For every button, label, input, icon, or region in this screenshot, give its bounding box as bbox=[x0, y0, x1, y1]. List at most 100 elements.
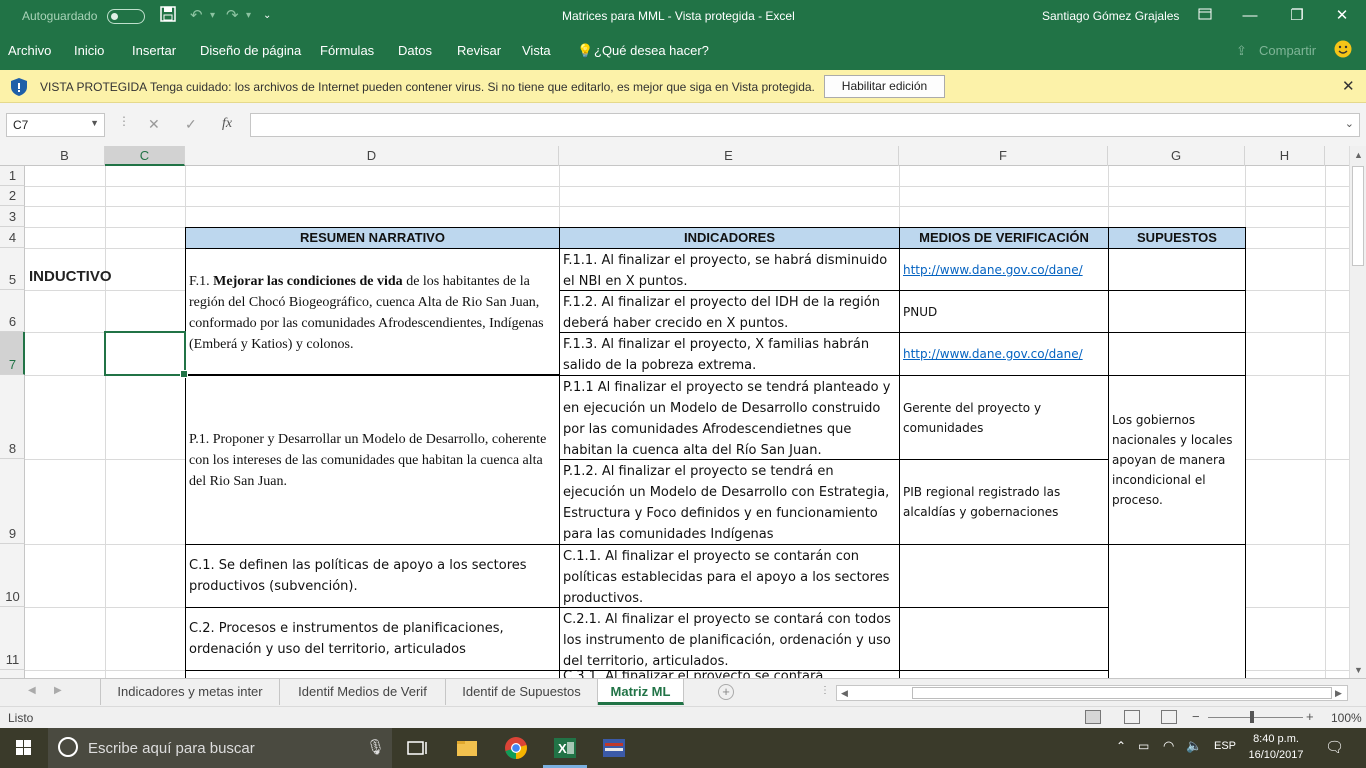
cell-f7[interactable]: http://www.dane.gov.co/dane/ bbox=[899, 332, 1109, 376]
column-header-e[interactable]: E bbox=[559, 146, 899, 166]
cell-e9[interactable]: P.1.2. Al finalizar el proyecto se tendr… bbox=[559, 459, 900, 545]
app-taskbar-icon[interactable] bbox=[600, 734, 628, 762]
cell-fin-resumen[interactable]: F.1. Mejorar las condiciones de vida de … bbox=[185, 248, 560, 375]
start-button[interactable] bbox=[0, 728, 48, 768]
cell-e8[interactable]: P.1.1 Al finalizar el proyecto se tendrá… bbox=[559, 375, 900, 460]
close-window-icon[interactable]: ✕ bbox=[1324, 4, 1360, 28]
tab-indicadores-metas[interactable]: Indicadores y metas inter bbox=[100, 679, 280, 705]
zoom-level[interactable]: 100% bbox=[1331, 711, 1362, 725]
tab-scroll-left-icon[interactable]: ◀ bbox=[28, 685, 36, 696]
redo-dropdown-icon[interactable]: ▾ bbox=[246, 10, 251, 21]
cell-f12[interactable] bbox=[899, 670, 1109, 678]
cell-b5[interactable]: INDUCTIVO bbox=[26, 249, 184, 290]
cell-f9[interactable]: PIB regional registrado las alcaldías y … bbox=[899, 459, 1109, 545]
ribbon-display-icon[interactable] bbox=[1187, 4, 1223, 28]
worksheet-grid[interactable]: RESUMEN NARRATIVO INDICADORES MEDIOS DE … bbox=[25, 166, 1349, 678]
menu-insertar[interactable]: Insertar bbox=[132, 43, 176, 58]
cell-f5[interactable]: http://www.dane.gov.co/dane/ bbox=[899, 248, 1109, 291]
menu-vista[interactable]: Vista bbox=[522, 43, 551, 58]
scroll-up-icon[interactable]: ▲ bbox=[1354, 150, 1363, 160]
expand-formula-icon[interactable]: ⌄ bbox=[1345, 117, 1354, 130]
header-supuestos[interactable]: SUPUESTOS bbox=[1108, 227, 1246, 249]
user-name[interactable]: Santiago Gómez Grajales bbox=[1042, 9, 1179, 23]
redo-icon[interactable]: ↷ bbox=[226, 6, 239, 24]
row-header-9[interactable]: 9 bbox=[0, 459, 25, 544]
enable-editing-button[interactable]: Habilitar edición bbox=[824, 75, 945, 98]
menu-archivo[interactable]: Archivo bbox=[8, 43, 51, 58]
cell-g7[interactable] bbox=[1108, 332, 1246, 376]
name-box[interactable]: C7 ▼ bbox=[6, 113, 105, 137]
action-center-icon[interactable]: 🗨 bbox=[1325, 738, 1344, 756]
microphone-icon[interactable]: 🎙 bbox=[366, 738, 385, 756]
column-header-h[interactable]: H bbox=[1245, 146, 1325, 166]
menu-diseno-pagina[interactable]: Diseño de página bbox=[200, 43, 301, 58]
undo-icon[interactable]: ↶ bbox=[190, 6, 203, 24]
share-button[interactable]: Compartir bbox=[1259, 43, 1316, 58]
cell-e12[interactable]: C.3.1. Al finalizar el proyecto se conta… bbox=[559, 670, 900, 678]
formula-input[interactable]: ⌄ bbox=[250, 113, 1360, 137]
cell-g5[interactable] bbox=[1108, 248, 1246, 291]
scroll-left-icon[interactable]: ◀ bbox=[841, 688, 848, 699]
customize-qat-icon[interactable]: ⌄ bbox=[263, 10, 271, 21]
cell-g8-supuesto[interactable]: Los gobiernos nacionales y locales apoya… bbox=[1108, 375, 1246, 545]
cell-e6[interactable]: F.1.2. Al finalizar el proyecto del IDH … bbox=[559, 290, 900, 333]
selected-cell-c7[interactable] bbox=[104, 331, 188, 378]
undo-dropdown-icon[interactable]: ▾ bbox=[210, 10, 215, 21]
menu-inicio[interactable]: Inicio bbox=[74, 43, 104, 58]
header-medios-verificacion[interactable]: MEDIOS DE VERIFICACIÓN bbox=[899, 227, 1109, 249]
row-header-10[interactable]: 10 bbox=[0, 544, 25, 607]
tab-identif-medios[interactable]: Identif Medios de Verif bbox=[280, 679, 446, 705]
row-header-1[interactable]: 1 bbox=[0, 166, 25, 186]
task-view-icon[interactable] bbox=[403, 734, 431, 762]
menu-revisar[interactable]: Revisar bbox=[457, 43, 501, 58]
row-header-2[interactable]: 2 bbox=[0, 186, 25, 206]
zoom-in-icon[interactable]: + bbox=[1306, 709, 1314, 724]
horizontal-scrollbar[interactable]: ◀ ▶ bbox=[836, 685, 1348, 701]
zoom-slider[interactable] bbox=[1208, 717, 1303, 718]
chevron-down-icon[interactable]: ▼ bbox=[90, 118, 99, 128]
tell-me-box[interactable]: ¿Qué desea hacer? bbox=[594, 43, 709, 58]
cell-e5[interactable]: F.1.1. Al finalizar el proyecto, se habr… bbox=[559, 248, 900, 291]
column-header-c[interactable]: C bbox=[105, 146, 185, 166]
row-header-11[interactable]: 11 bbox=[0, 607, 25, 670]
tab-matriz-ml[interactable]: Matriz ML bbox=[598, 679, 684, 705]
header-indicadores[interactable]: INDICADORES bbox=[559, 227, 900, 249]
cell-g6[interactable] bbox=[1108, 290, 1246, 333]
volume-icon[interactable]: 🔈 bbox=[1186, 738, 1202, 754]
cell-g10-supuesto[interactable] bbox=[1108, 544, 1246, 678]
row-header-8[interactable]: 8 bbox=[0, 375, 25, 459]
link-dane-1[interactable]: http://www.dane.gov.co/dane/ bbox=[903, 260, 1083, 280]
add-sheet-icon[interactable]: + bbox=[718, 684, 734, 700]
restore-icon[interactable]: ❐ bbox=[1279, 4, 1315, 28]
cell-e11[interactable]: C.2.1. Al finalizar el proyecto se conta… bbox=[559, 607, 900, 671]
close-banner-icon[interactable]: ✕ bbox=[1342, 77, 1355, 95]
wifi-icon[interactable]: ◠ bbox=[1163, 738, 1174, 754]
horizontal-scroll-thumb[interactable] bbox=[912, 687, 1332, 699]
confirm-entry-icon[interactable]: ✓ bbox=[185, 116, 197, 133]
menu-datos[interactable]: Datos bbox=[398, 43, 432, 58]
header-resumen-narrativo[interactable]: RESUMEN NARRATIVO bbox=[185, 227, 560, 249]
cell-e10[interactable]: C.1.1. Al finalizar el proyecto se conta… bbox=[559, 544, 900, 608]
cancel-entry-icon[interactable]: ✕ bbox=[148, 116, 160, 133]
battery-icon[interactable]: ▭ bbox=[1138, 739, 1149, 753]
vertical-scrollbar[interactable]: ▲ ▼ bbox=[1349, 146, 1366, 678]
scroll-right-icon[interactable]: ▶ bbox=[1335, 688, 1342, 699]
page-break-view-icon[interactable] bbox=[1161, 710, 1177, 724]
cell-f8[interactable]: Gerente del proyecto y comunidades bbox=[899, 375, 1109, 460]
language-indicator[interactable]: ESP bbox=[1214, 740, 1236, 752]
cell-d11[interactable]: C.2. Procesos e instrumentos de planific… bbox=[185, 607, 560, 671]
zoom-slider-thumb[interactable] bbox=[1250, 711, 1254, 723]
row-header-5[interactable]: 5 bbox=[0, 248, 25, 290]
link-dane-2[interactable]: http://www.dane.gov.co/dane/ bbox=[903, 344, 1083, 364]
row-header-3[interactable]: 3 bbox=[0, 206, 25, 227]
cell-f6[interactable]: PNUD bbox=[899, 290, 1109, 333]
excel-taskbar-icon[interactable]: X bbox=[543, 734, 587, 768]
zoom-out-icon[interactable]: − bbox=[1192, 709, 1200, 724]
taskbar-clock[interactable]: 8:40 p.m. 16/10/2017 bbox=[1246, 731, 1306, 763]
cell-f11[interactable] bbox=[899, 607, 1109, 671]
cell-e7[interactable]: F.1.3. Al finalizar el proyecto, X famil… bbox=[559, 332, 900, 376]
autosave-toggle[interactable] bbox=[107, 9, 145, 24]
row-header-6[interactable]: 6 bbox=[0, 290, 25, 332]
cell-d10[interactable]: C.1. Se definen las políticas de apoyo a… bbox=[185, 544, 560, 608]
column-header-f[interactable]: F bbox=[899, 146, 1108, 166]
